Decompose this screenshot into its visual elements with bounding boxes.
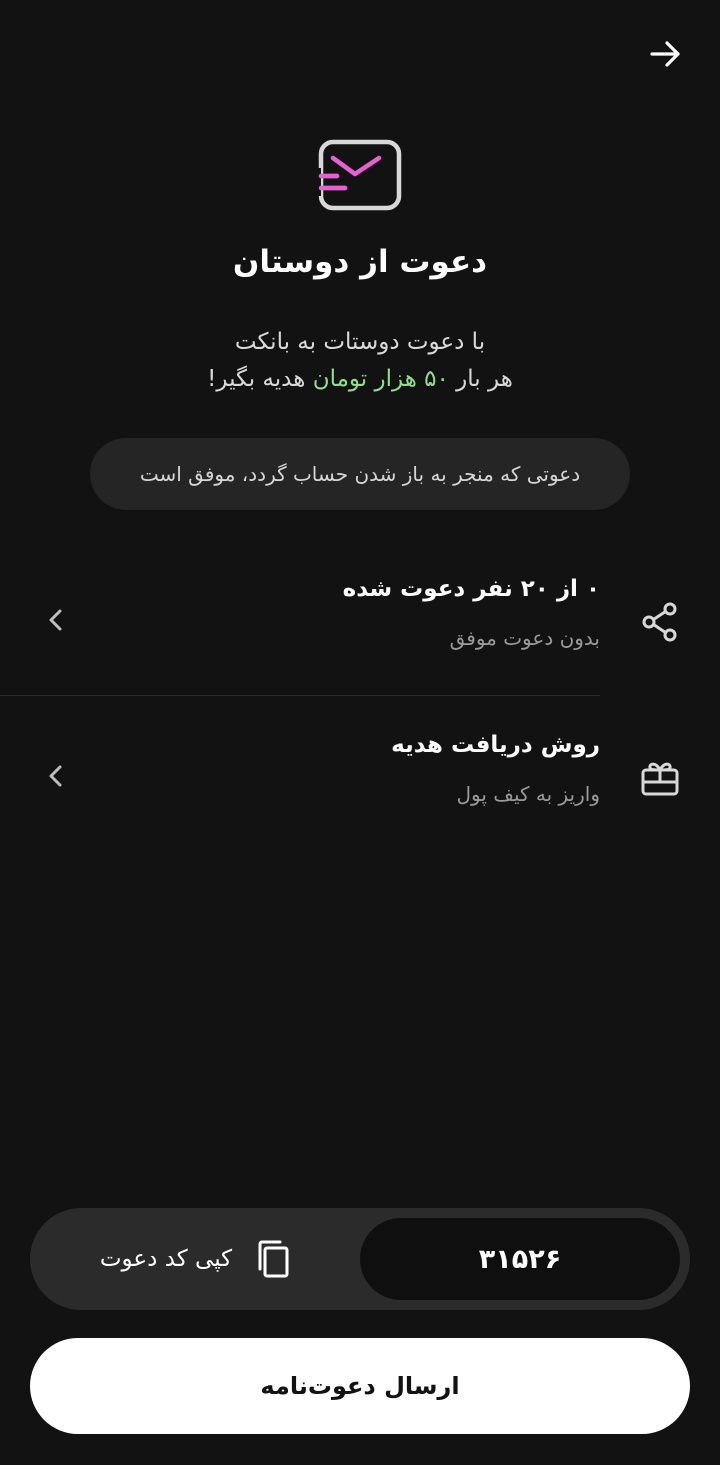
copy-invite-code-button[interactable]: کپی کد دعوت (30, 1208, 360, 1310)
gift-method-subtitle: واریز به کیف پول (456, 782, 600, 806)
gift-method-title: روش دریافت هدیه (391, 732, 600, 758)
back-button[interactable] (644, 32, 688, 76)
success-condition-note: دعوتی که منجر به باز شدن حساب گردد، موفق… (90, 438, 630, 510)
page-subtitle: با دعوت دوستات به بانکت هر بار ۵۰ هزار ت… (0, 324, 720, 398)
subtitle-line-2-start: هر بار (448, 366, 513, 392)
copy-invite-code-label: کپی کد دعوت (99, 1246, 233, 1272)
send-invitation-button[interactable]: ارسال دعوت‌نامه (30, 1338, 690, 1434)
page-title: دعوت از دوستان (232, 244, 488, 280)
gift-icon (640, 756, 680, 800)
invite-code-bar: کپی کد دعوت ۳۱۵۲۶ (30, 1208, 690, 1310)
chevron-left-icon (49, 765, 62, 787)
invited-count-subtitle: بدون دعوت موفق (449, 626, 600, 650)
invited-count-row[interactable]: ۰ از ۲۰ نفر دعوت شده بدون دعوت موفق (0, 564, 720, 684)
copy-icon (258, 1240, 289, 1278)
reward-amount: ۵۰ هزار تومان (312, 366, 449, 392)
subtitle-line-2-end: هدیه بگیر! (207, 366, 313, 392)
invited-count-title: ۰ از ۲۰ نفر دعوت شده (342, 576, 600, 602)
subtitle-line-2: هر بار ۵۰ هزار تومان هدیه بگیر! (0, 361, 720, 398)
subtitle-line-1: با دعوت دوستات به بانکت (234, 329, 486, 355)
share-icon (640, 600, 680, 644)
chevron-left-icon (49, 609, 62, 631)
invite-code-value[interactable]: ۳۱۵۲۶ (360, 1218, 680, 1300)
gift-method-row[interactable]: روش دریافت هدیه واریز به کیف پول (0, 720, 720, 840)
arrow-right-icon (650, 41, 680, 67)
envelope-send-icon (315, 139, 402, 211)
row-divider (0, 695, 600, 696)
